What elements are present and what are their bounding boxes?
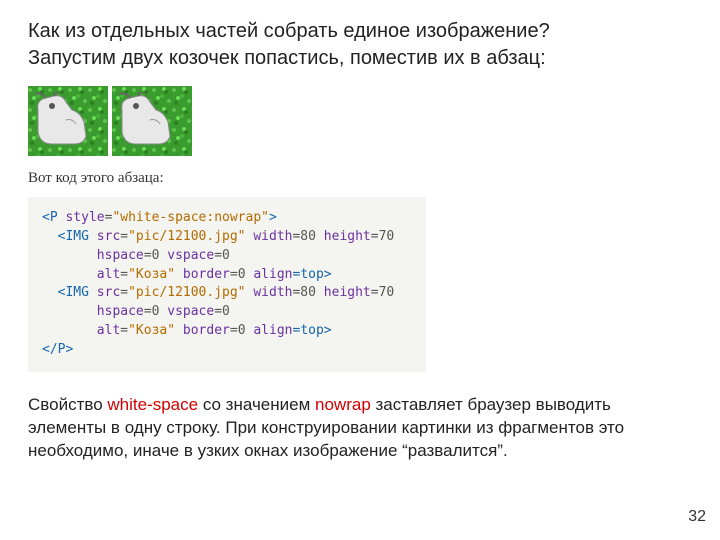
- explanation-paragraph: Свойство white-space со значением nowrap…: [28, 394, 688, 463]
- para-text-2: со значением: [198, 395, 315, 414]
- goat-icon: [32, 92, 92, 150]
- page-number: 32: [688, 508, 706, 526]
- keyword-white-space: white-space: [107, 395, 198, 414]
- para-text-1: Свойство: [28, 395, 107, 414]
- heading-line-2: Запустим двух козочек попастись, помести…: [28, 47, 546, 69]
- heading-line-1: Как из отдельных частей собрать единое и…: [28, 20, 550, 42]
- goat-image-2: [112, 86, 192, 156]
- code-block: <P style="white-space:nowrap"> <IMG src=…: [28, 197, 426, 372]
- keyword-nowrap: nowrap: [315, 395, 371, 414]
- images-row: [28, 86, 692, 156]
- code-caption: Вот код этого абзаца:: [28, 170, 692, 187]
- goat-icon: [116, 92, 176, 150]
- slide-heading: Как из отдельных частей собрать единое и…: [28, 18, 692, 72]
- goat-image-1: [28, 86, 108, 156]
